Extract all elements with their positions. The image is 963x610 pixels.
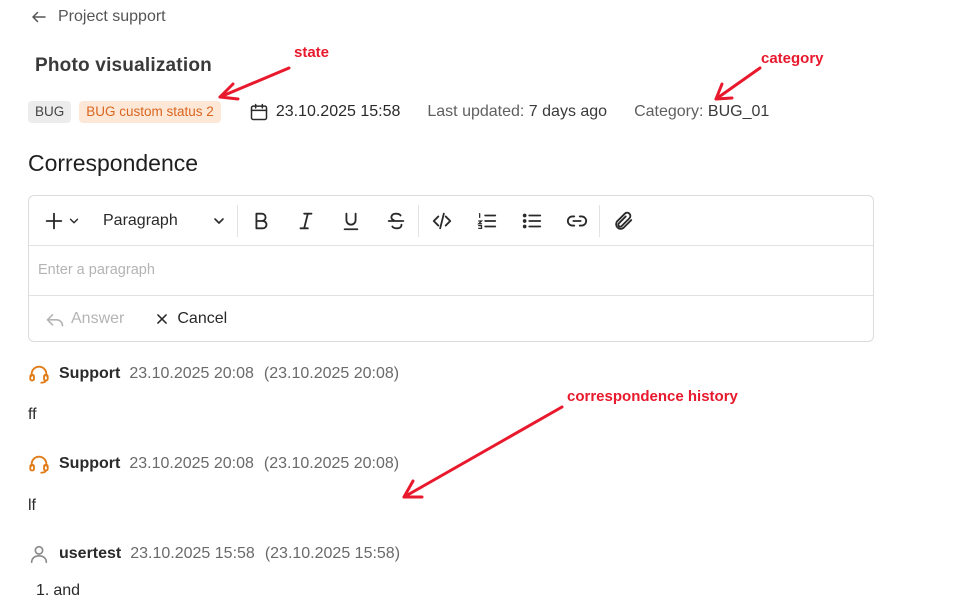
headset-icon <box>29 455 49 474</box>
category: Category: BUG_01 <box>634 103 769 121</box>
bullet-list-button[interactable] <box>509 203 554 239</box>
arrow-left-icon <box>32 11 46 23</box>
strikethrough-icon <box>387 212 404 229</box>
cancel-button-label: Cancel <box>177 309 228 327</box>
editor-actions: Answer Cancel <box>29 296 873 341</box>
message-header: Support 23.10.2025 20:08 (23.10.2025 20:… <box>28 363 399 385</box>
paperclip-icon <box>614 211 632 230</box>
back-link-label: Project support <box>58 8 166 25</box>
last-updated-label: Last updated: <box>427 103 525 120</box>
plus-icon <box>45 212 63 229</box>
message-input-placeholder: Enter a paragraph <box>38 262 155 278</box>
page-title: Photo visualization <box>35 55 212 76</box>
editor-toolbar: Paragraph <box>29 196 873 246</box>
bullet-list-icon <box>522 213 541 228</box>
back-link[interactable]: Project support <box>30 6 166 28</box>
correspondence-title: Correspondence <box>28 150 199 176</box>
link-button[interactable] <box>554 203 599 239</box>
underline-icon <box>343 212 358 230</box>
headset-icon <box>29 365 49 384</box>
message-date: 23.10.2025 20:08 <box>129 455 254 472</box>
annotation-arrow-state <box>218 66 291 101</box>
message-header: Support 23.10.2025 20:08 (23.10.2025 20:… <box>28 453 399 475</box>
strikethrough-button[interactable] <box>373 203 418 239</box>
message-date: 23.10.2025 15:58 <box>130 545 255 562</box>
list-item-number: 1. <box>36 582 50 599</box>
message-input[interactable]: Enter a paragraph <box>29 246 873 296</box>
message-author: Support <box>59 455 121 472</box>
chevron-down-icon <box>69 218 79 223</box>
answer-button[interactable]: Answer <box>45 309 124 329</box>
link-icon <box>566 215 587 226</box>
message-date: 23.10.2025 20:08 <box>129 365 254 382</box>
ticket-meta: BUG BUG custom status 2 23.10.2025 15:58… <box>28 100 769 124</box>
ordered-list-icon <box>476 212 496 229</box>
message-body: lf <box>28 497 36 514</box>
annotation-category: category <box>761 50 824 67</box>
message-header: usertest 23.10.2025 15:58 (23.10.2025 15… <box>28 543 400 565</box>
cancel-button[interactable]: Cancel <box>155 310 227 328</box>
status-badge: BUG custom status 2 <box>79 101 221 123</box>
code-icon <box>432 212 451 229</box>
list-item: 1. and <box>36 582 80 600</box>
code-button[interactable] <box>419 203 464 239</box>
reply-editor: Paragraph Enter a paragraph Answer Cance… <box>28 195 874 342</box>
italic-button[interactable] <box>283 203 328 239</box>
close-icon <box>157 313 168 324</box>
insert-block-button[interactable] <box>43 203 89 239</box>
annotation-arrow-history <box>402 405 564 499</box>
last-updated: Last updated: 7 days ago <box>427 103 607 121</box>
category-value: BUG_01 <box>707 103 770 120</box>
bold-button[interactable] <box>238 203 283 239</box>
type-badge: BUG <box>28 101 72 123</box>
attach-button[interactable] <box>600 203 645 239</box>
ordered-list-button[interactable] <box>464 203 509 239</box>
last-updated-value: 7 days ago <box>528 103 608 120</box>
calendar-icon <box>250 103 268 121</box>
answer-button-label: Answer <box>71 309 125 327</box>
message-updated-date: (23.10.2025 20:08) <box>263 365 400 382</box>
block-type-select[interactable]: Paragraph <box>89 203 237 239</box>
created-date-value: 23.10.2025 15:58 <box>275 103 401 120</box>
user-icon <box>30 545 48 564</box>
underline-button[interactable] <box>328 203 373 239</box>
category-label: Category: <box>634 103 704 120</box>
annotation-state: state <box>294 44 330 61</box>
message-author: Support <box>59 365 121 382</box>
message-updated-date: (23.10.2025 20:08) <box>263 455 400 472</box>
block-type-value: Paragraph <box>103 211 178 229</box>
chevron-down-icon <box>214 217 224 224</box>
italic-icon <box>299 212 312 229</box>
message-updated-date: (23.10.2025 15:58) <box>264 545 401 562</box>
annotation-history: correspondence history <box>567 388 738 405</box>
created-date: 23.10.2025 15:58 <box>249 102 401 122</box>
annotation-arrow-category <box>714 66 762 101</box>
list-item-text: and <box>53 582 81 599</box>
bold-icon <box>255 212 267 229</box>
message-author: usertest <box>59 545 122 562</box>
reply-icon <box>46 313 64 326</box>
message-body: ff <box>28 406 37 423</box>
